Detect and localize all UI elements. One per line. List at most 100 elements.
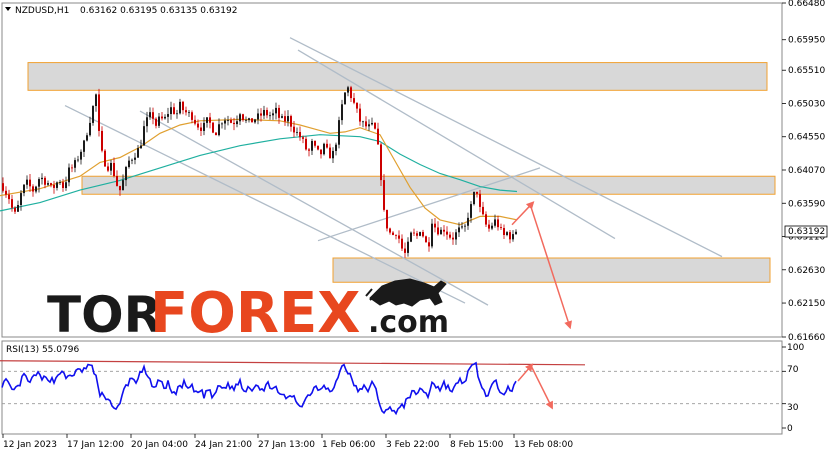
candle-body — [143, 126, 145, 146]
candle-body — [200, 127, 202, 131]
candle-body — [77, 159, 79, 161]
candle-body — [50, 183, 52, 185]
candle-body — [455, 232, 457, 240]
candle-body — [32, 186, 34, 192]
candle-body — [191, 112, 193, 120]
candle-body — [404, 248, 406, 253]
candle-body — [56, 182, 58, 188]
time-tick-label-5: 1 Feb 06:00 — [322, 440, 376, 450]
candle-body — [146, 117, 148, 127]
candle-body — [5, 190, 7, 195]
candle-body — [500, 227, 502, 229]
candle-body — [170, 107, 172, 115]
candle-body — [389, 228, 391, 233]
candle-body — [347, 87, 349, 93]
candle-body — [449, 234, 451, 238]
candle-body — [218, 124, 220, 136]
candle-body — [35, 186, 37, 192]
candle-body — [509, 232, 511, 240]
candle-body — [14, 207, 16, 212]
candle-body — [365, 121, 367, 127]
symbol-label: NZDUSD,H1 — [15, 6, 69, 16]
candle-body — [374, 122, 376, 129]
candle-body — [239, 114, 241, 122]
candle-body — [272, 113, 274, 116]
candle-body — [419, 232, 421, 236]
candle-body — [140, 145, 142, 149]
candle-body — [101, 130, 103, 151]
torforex-watermark: TOR FOREX .com — [47, 278, 449, 346]
candle-body — [485, 214, 487, 225]
candle-body — [332, 150, 334, 159]
candle-body — [371, 122, 373, 125]
candle-body — [41, 177, 43, 180]
candle-body — [278, 107, 280, 118]
candle-body — [263, 109, 265, 116]
candle-body — [203, 122, 205, 131]
candle-body — [425, 236, 427, 243]
candle-body — [149, 112, 151, 118]
candle-body — [317, 145, 319, 150]
candle-body — [188, 112, 190, 114]
candle-body — [491, 225, 493, 229]
candle-body — [248, 118, 250, 120]
candle-body — [230, 120, 232, 123]
price-tick-label-6: 0.63590 — [788, 199, 825, 209]
candle-body — [29, 179, 31, 187]
candle-body — [503, 228, 505, 235]
candle-body — [431, 223, 433, 247]
candle-body — [137, 148, 139, 158]
time-tick-label-3: 24 Jan 21:00 — [195, 440, 252, 450]
time-tick-label-6: 3 Feb 22:00 — [386, 440, 440, 450]
candle-body — [257, 113, 259, 120]
candle-body — [284, 116, 286, 122]
nzdusd-chart: TOR FOREX .com NZDUSD,H1 0.63162 0.63195… — [0, 0, 830, 455]
candle-body — [2, 183, 4, 191]
candle-body — [116, 175, 118, 186]
candle-body — [467, 217, 469, 226]
candle-body — [497, 219, 499, 228]
ohlc-values: 0.63162 0.63195 0.63135 0.63192 — [80, 6, 237, 16]
candle-body — [227, 120, 229, 121]
candle-body — [71, 167, 73, 169]
candle-body — [80, 151, 82, 160]
candle-body — [224, 120, 226, 124]
candle-body — [275, 107, 277, 114]
candle-body — [440, 229, 442, 235]
candle-body — [83, 140, 85, 152]
candle-body — [134, 157, 136, 160]
candle-body — [8, 194, 10, 200]
price-tick-label-1: 0.65950 — [788, 36, 825, 46]
candle-body — [461, 226, 463, 228]
candle-body — [305, 138, 307, 150]
watermark-tor: TOR — [47, 286, 162, 344]
candle-body — [437, 227, 439, 235]
candle-body — [23, 184, 25, 194]
candle-body — [260, 113, 262, 116]
candle-body — [356, 102, 358, 109]
candle-body — [125, 167, 127, 181]
candle-body — [341, 104, 343, 121]
rsi-level-100: 100 — [787, 343, 804, 353]
rsi-level-0: 0 — [787, 424, 793, 434]
price-tick-label-0: 0.66480 — [788, 0, 825, 9]
price-tick-label-4: 0.64550 — [788, 133, 825, 143]
candle-body — [422, 232, 424, 237]
candle-body — [152, 112, 154, 119]
candle-body — [428, 242, 430, 247]
candle-body — [131, 159, 133, 161]
candle-body — [329, 147, 331, 159]
candle-body — [398, 235, 400, 239]
candle-body — [314, 140, 316, 146]
candle-body — [206, 117, 208, 123]
candle-body — [158, 116, 160, 126]
candle-body — [92, 106, 94, 123]
candle-body — [242, 114, 244, 121]
candle-body — [98, 94, 100, 131]
candle-body — [221, 123, 223, 125]
candle-body — [179, 101, 181, 114]
candle-body — [110, 162, 112, 171]
price-tick-label-5: 0.64070 — [788, 166, 825, 176]
watermark-com: .com — [368, 305, 449, 340]
candle-body — [119, 185, 121, 191]
